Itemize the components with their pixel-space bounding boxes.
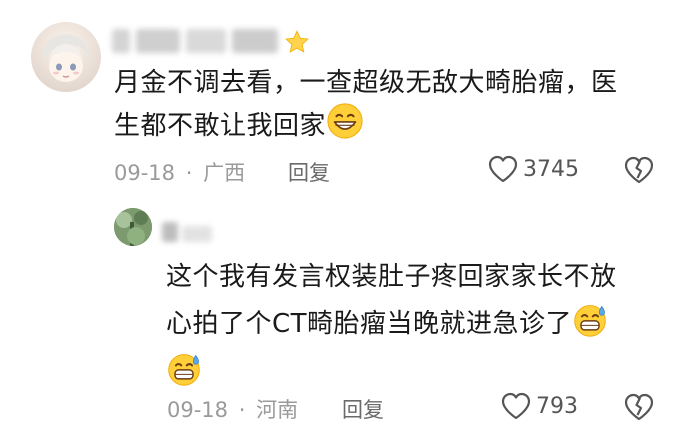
reply-date: 09-18 — [167, 398, 229, 422]
username-blurred[interactable] — [112, 29, 280, 53]
reply-like-button[interactable]: 793 — [500, 391, 578, 421]
reply-like-count: 793 — [536, 393, 578, 419]
avatar-illustration — [42, 34, 90, 82]
star-badge-icon — [284, 29, 310, 59]
reply-text: 这个我有发言权装肚子疼回家家长不放 心拍了个CT畸胎瘤当晚就进急诊了 — [166, 258, 666, 398]
reply-location: 河南 — [256, 398, 299, 422]
comment-text: 月金不调去看，一查超级无敌大畸胎瘤，医 生都不敢让我回家 — [114, 64, 674, 151]
reply-username-blurred[interactable] — [162, 222, 222, 244]
reply-reply-button[interactable]: 回复 — [342, 394, 384, 424]
comment-line-1: 月金不调去看，一查超级无敌大畸胎瘤，医 — [114, 68, 618, 98]
comment-like-button[interactable]: 3745 — [487, 154, 579, 184]
reply-avatar[interactable] — [114, 208, 152, 246]
comment-meta: 09-18 · 广西 — [114, 157, 245, 187]
comment-location: 广西 — [203, 161, 246, 185]
separator-dot: · — [185, 161, 193, 185]
reply-line-3 — [166, 351, 666, 398]
grin-emoji-icon — [326, 102, 364, 151]
reply-line-1: 这个我有发言权装肚子疼回家家长不放 — [166, 262, 617, 292]
broken-heart-icon — [624, 156, 654, 184]
separator-dot: · — [238, 398, 246, 422]
comment-reply-button[interactable]: 回复 — [288, 157, 330, 187]
comment-line-2: 生都不敢让我回家 — [114, 102, 674, 151]
comment-dislike-button[interactable] — [622, 154, 656, 190]
reply-meta: 09-18 · 河南 — [167, 394, 298, 424]
sweat-smile-emoji-icon-2 — [166, 351, 202, 398]
avatar-photo — [114, 208, 152, 246]
reply-line-2: 心拍了个CT畸胎瘤当晚就进急诊了 — [166, 302, 666, 349]
heart-icon — [487, 154, 519, 184]
heart-icon — [500, 391, 532, 421]
reply-dislike-button[interactable] — [622, 391, 656, 427]
broken-heart-icon — [624, 393, 654, 421]
comment-like-count: 3745 — [523, 156, 579, 182]
comment-line-2-text: 生都不敢让我回家 — [114, 111, 327, 141]
avatar[interactable] — [31, 22, 101, 92]
reply-line-2-text: 心拍了个CT畸胎瘤当晚就进急诊了 — [166, 309, 573, 339]
comment-date: 09-18 — [114, 161, 176, 185]
sweat-smile-emoji-icon — [572, 302, 608, 349]
